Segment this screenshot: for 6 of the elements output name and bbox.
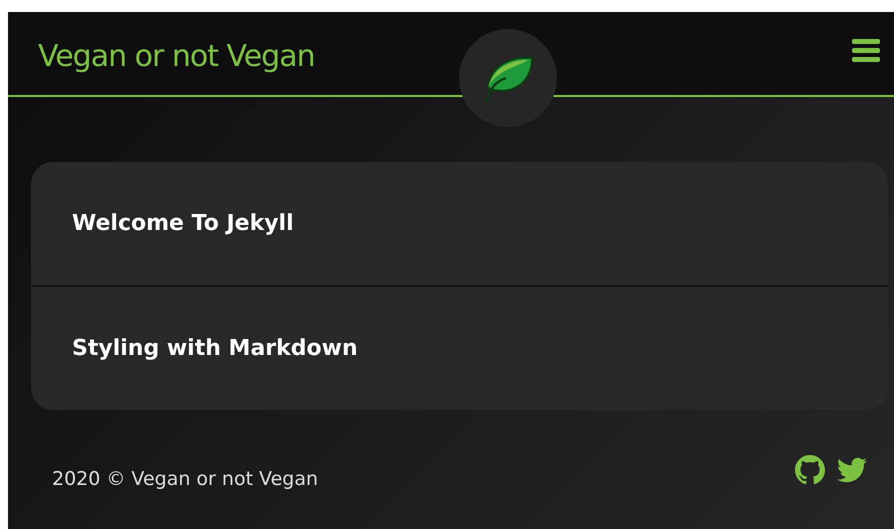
copyright-text: 2020 © Vegan or not Vegan — [52, 468, 318, 490]
post-link[interactable]: Styling with Markdown — [31, 285, 888, 410]
menu-icon[interactable] — [852, 38, 880, 62]
github-icon[interactable] — [795, 454, 825, 484]
site-title[interactable]: Vegan or not Vegan — [38, 39, 315, 74]
post-link[interactable]: Welcome To Jekyll — [31, 162, 888, 285]
